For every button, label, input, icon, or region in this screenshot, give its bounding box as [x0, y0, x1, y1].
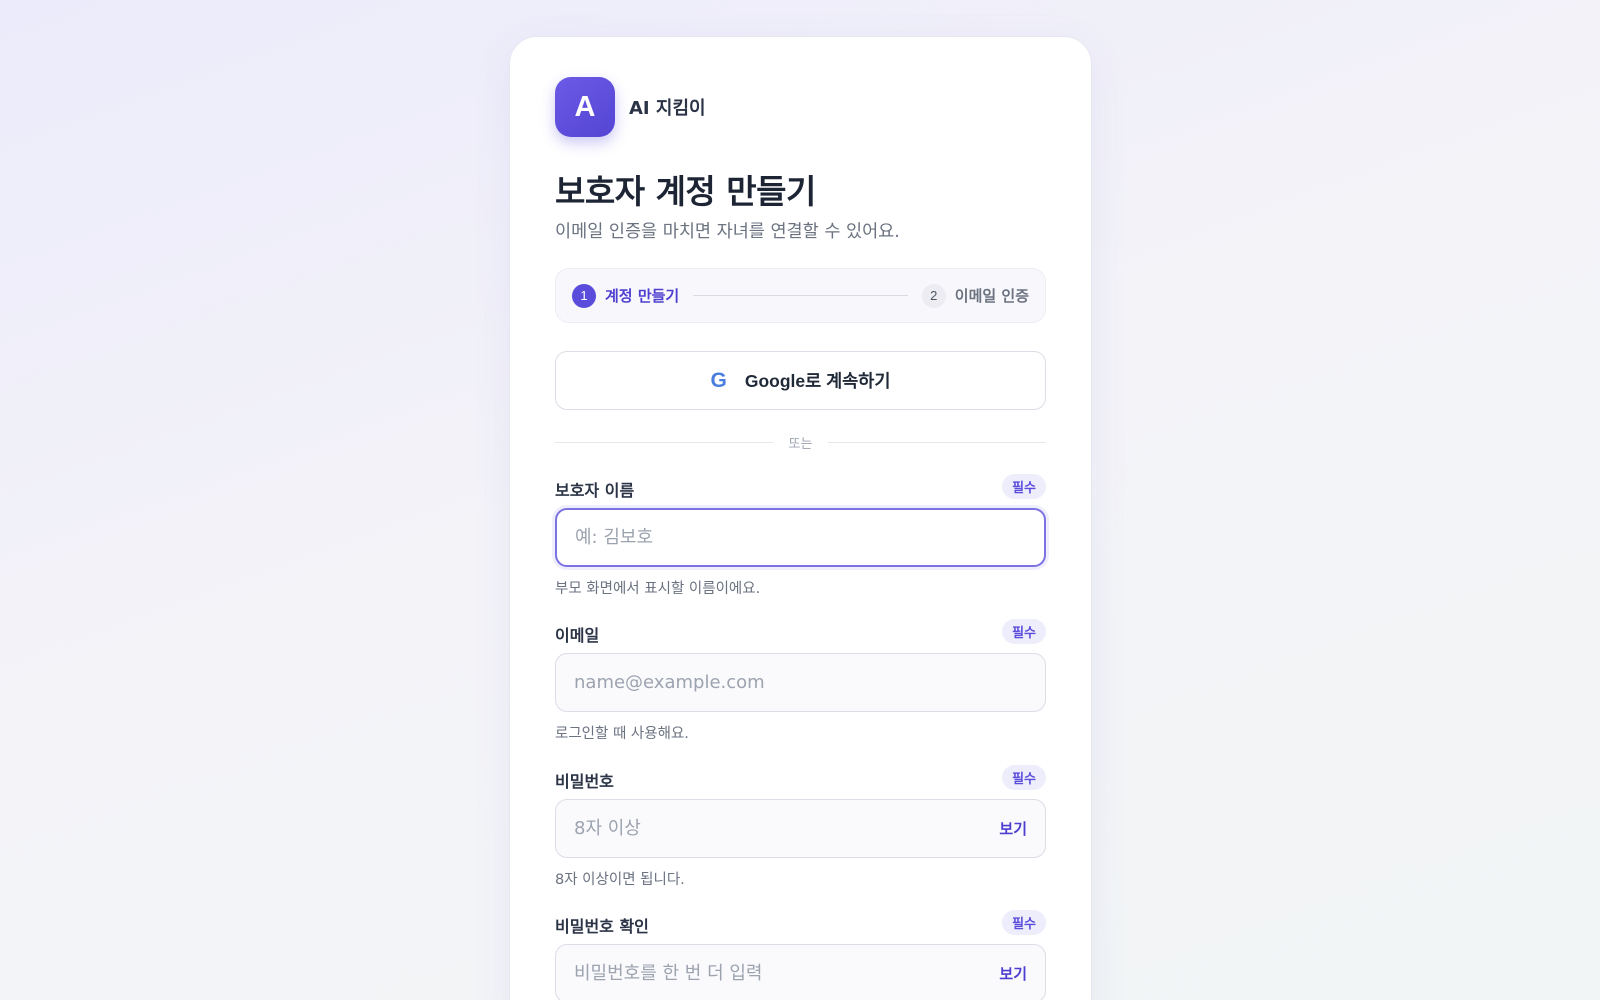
page-subtitle: 이메일 인증을 마치면 자녀를 연결할 수 있어요. — [555, 222, 900, 242]
guardian-name-label: 보호자 이름 — [555, 481, 635, 500]
google-icon: G — [710, 368, 727, 392]
step-1-label: 계정 만들기 — [605, 287, 680, 305]
guardian-name-hint: 부모 화면에서 표시할 이름이에요. — [555, 581, 761, 597]
password-confirm-label: 비밀번호 확인 — [555, 917, 649, 936]
email-hint: 로그인할 때 사용해요. — [555, 726, 689, 742]
guardian-name-field[interactable] — [555, 508, 1046, 567]
brand-name: AI 지킴이 — [629, 98, 706, 119]
guardian-name-input[interactable] — [575, 527, 1026, 548]
google-signin-button[interactable]: G Google로 계속하기 — [555, 351, 1046, 410]
password-required-badge: 필수 — [1002, 765, 1046, 790]
step-2-number: 2 — [921, 283, 946, 308]
password-label: 비밀번호 — [555, 772, 614, 791]
password-confirm-show-toggle[interactable]: 보기 — [999, 963, 1027, 984]
divider-text: 또는 — [788, 437, 813, 452]
or-divider: 또는 — [555, 433, 1047, 452]
password-confirm-input[interactable] — [574, 963, 990, 984]
brand: A AI 지킴이 — [555, 77, 706, 137]
password-confirm-required-badge: 필수 — [1002, 910, 1046, 935]
guardian-name-required-badge: 필수 — [1002, 474, 1046, 499]
progress-stepper: 1 계정 만들기 2 이메일 인증 — [555, 268, 1046, 323]
stepper-connector — [693, 295, 908, 296]
step-create-account: 1 계정 만들기 — [572, 283, 680, 308]
divider-line-left — [555, 442, 773, 443]
step-email-verification: 2 이메일 인증 — [921, 283, 1029, 308]
email-input[interactable] — [574, 672, 1027, 693]
google-signin-label: Google로 계속하기 — [744, 371, 891, 391]
email-label: 이메일 — [555, 626, 600, 645]
page-title: 보호자 계정 만들기 — [555, 172, 816, 211]
step-1-number: 1 — [572, 283, 596, 308]
divider-line-right — [828, 442, 1047, 443]
step-2-label: 이메일 인증 — [954, 287, 1029, 305]
password-hint: 8자 이상이면 됩니다. — [555, 872, 685, 888]
password-show-toggle[interactable]: 보기 — [999, 818, 1027, 839]
signup-card: A AI 지킴이 보호자 계정 만들기 이메일 인증을 마치면 자녀를 연결할 … — [509, 36, 1092, 1000]
email-required-badge: 필수 — [1002, 619, 1046, 644]
brand-logo: A — [555, 77, 615, 137]
password-input[interactable] — [574, 818, 990, 839]
password-confirm-field[interactable]: 보기 — [555, 944, 1046, 1000]
email-field[interactable] — [555, 653, 1046, 712]
password-field[interactable]: 보기 — [555, 799, 1046, 858]
